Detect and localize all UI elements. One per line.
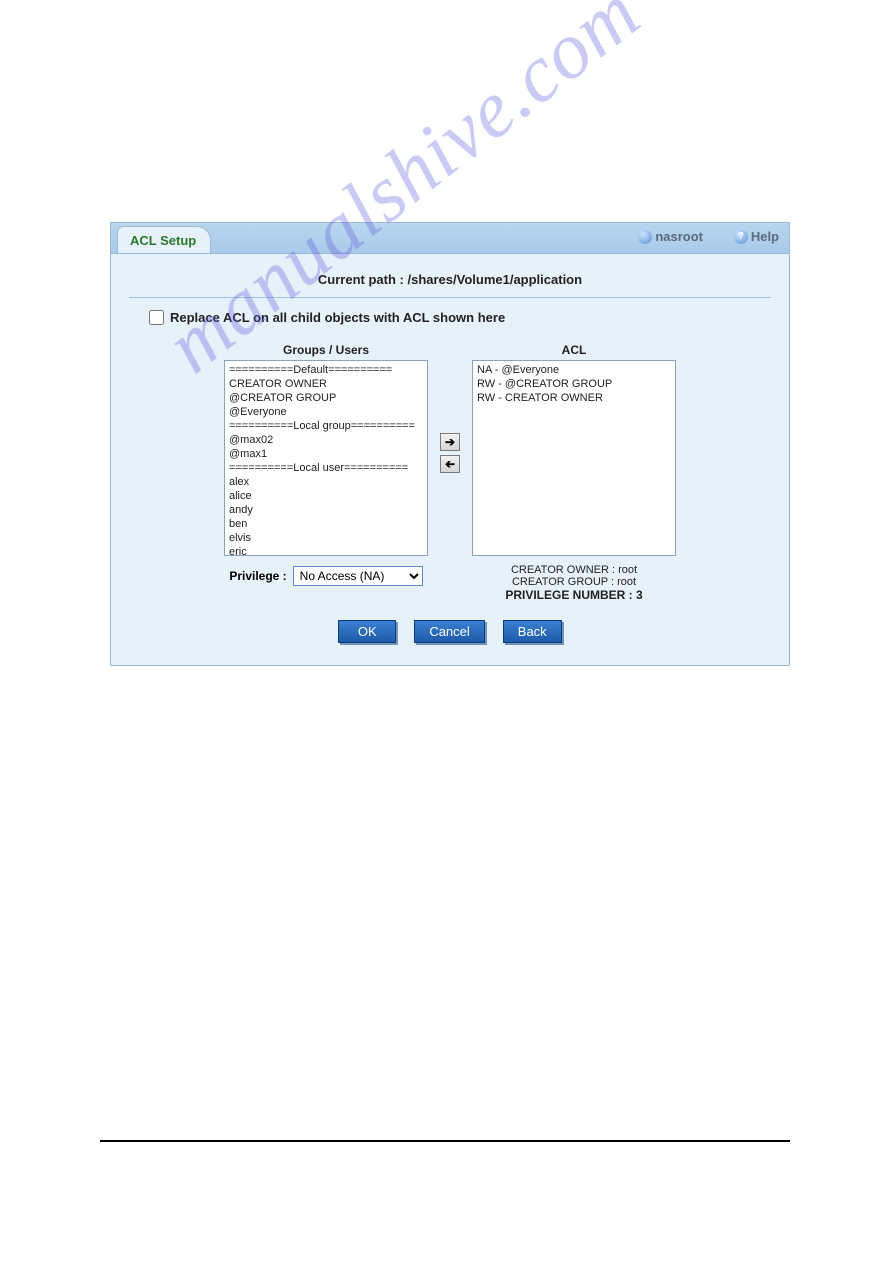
list-item[interactable]: @CREATOR GROUP [227,391,425,405]
acl-column: ACL NA - @EveryoneRW - @CREATOR GROUPRW … [472,343,676,602]
list-item[interactable]: RW - CREATOR OWNER [475,391,673,405]
list-item[interactable]: NA - @Everyone [475,363,673,377]
groups-users-listbox[interactable]: ==========Default==========CREATOR OWNER… [224,360,428,556]
list-item[interactable]: @Everyone [227,405,425,419]
panel-body: Current path : /shares/Volume1/applicati… [111,253,789,665]
list-item[interactable]: ==========Local group========== [227,419,425,433]
list-item[interactable]: @max1 [227,447,425,461]
creator-owner-line: CREATOR OWNER : root [472,564,676,576]
move-right-button[interactable]: ➔ [440,433,460,451]
help-link[interactable]: ? Help [734,229,779,244]
replace-acl-row: Replace ACL on all child objects with AC… [149,310,771,325]
titlebar: ACL Setup nasroot ? Help [111,223,789,253]
list-item[interactable]: ben [227,517,425,531]
footer-rule [100,1140,790,1142]
privilege-number-line: PRIVILEGE NUMBER : 3 [472,588,676,602]
current-path: Current path : /shares/Volume1/applicati… [129,272,771,298]
help-link-label: Help [751,229,779,244]
acl-setup-window: ACL Setup nasroot ? Help Current path : … [110,222,790,666]
acl-listbox[interactable]: NA - @EveryoneRW - @CREATOR GROUPRW - CR… [472,360,676,556]
user-link-label: nasroot [655,229,703,244]
move-left-button[interactable]: ➔ [440,455,460,473]
list-item[interactable]: andy [227,503,425,517]
dual-list: Groups / Users ==========Default========… [129,343,771,602]
creator-group-line: CREATOR GROUP : root [472,576,676,588]
user-link[interactable]: nasroot [638,229,703,244]
transfer-arrows: ➔ ➔ [440,433,460,473]
tab-acl-setup[interactable]: ACL Setup [117,226,211,253]
user-icon [638,230,652,244]
acl-info: CREATOR OWNER : root CREATOR GROUP : roo… [472,564,676,602]
list-item[interactable]: elvis [227,531,425,545]
help-icon: ? [734,230,748,244]
back-button[interactable]: Back [503,620,562,643]
replace-acl-checkbox[interactable] [149,310,164,325]
groups-users-column: Groups / Users ==========Default========… [224,343,428,586]
privilege-select[interactable]: No Access (NA) [293,566,423,586]
list-item[interactable]: CREATOR OWNER [227,377,425,391]
cancel-button[interactable]: Cancel [414,620,484,643]
list-item[interactable]: RW - @CREATOR GROUP [475,377,673,391]
privilege-label: Privilege : [229,569,286,583]
list-item[interactable]: ==========Default========== [227,363,425,377]
ok-button[interactable]: OK [338,620,396,643]
dialog-buttons: OK Cancel Back [129,620,771,643]
groups-users-header: Groups / Users [283,343,369,357]
list-item[interactable]: eric [227,545,425,556]
list-item[interactable]: alex [227,475,425,489]
list-item[interactable]: alice [227,489,425,503]
list-item[interactable]: @max02 [227,433,425,447]
acl-header: ACL [562,343,587,357]
replace-acl-label: Replace ACL on all child objects with AC… [170,310,505,325]
list-item[interactable]: ==========Local user========== [227,461,425,475]
